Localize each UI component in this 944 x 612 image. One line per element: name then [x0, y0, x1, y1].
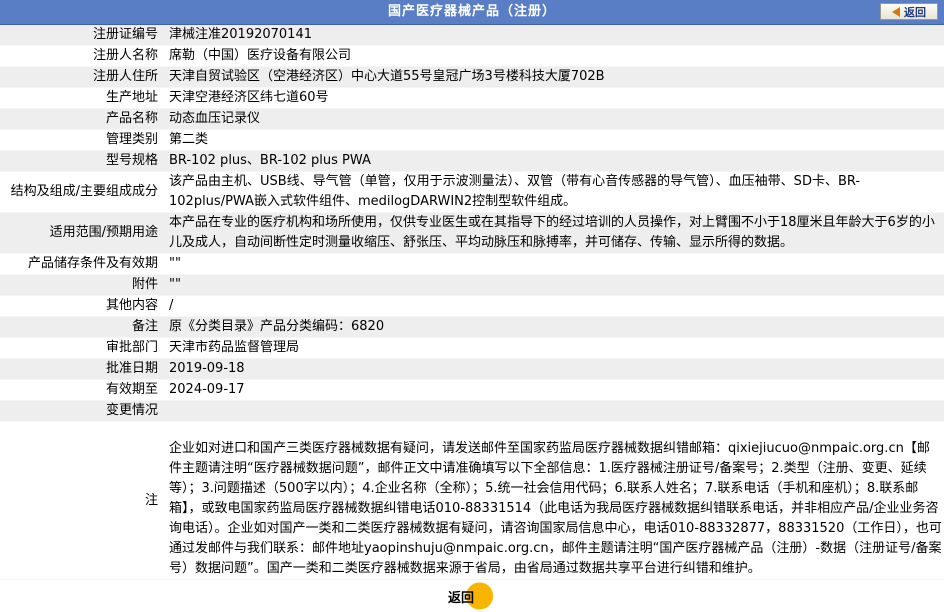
detail-row: 注册人名称 席勒（中国）医疗设备有限公司: [0, 45, 944, 67]
field-value: "": [165, 253, 944, 275]
field-label: 注: [0, 421, 165, 580]
field-label: 结构及组成/主要组成成分: [0, 171, 165, 213]
back-button-top[interactable]: 返回: [880, 3, 938, 20]
detail-row: 管理类别 第二类: [0, 129, 944, 151]
field-label: 型号规格: [0, 150, 165, 172]
detail-row: 产品名称 动态血压记录仪: [0, 108, 944, 130]
field-value: 动态血压记录仪: [165, 108, 944, 130]
detail-row: 注册人住所 天津自贸试验区（空港经济区）中心大道55号皇冠广场3号楼科技大厦702…: [0, 66, 944, 88]
field-value: 天津市药品监督管理局: [165, 337, 944, 359]
detail-row: 结构及组成/主要组成成分 该产品由主机、USB线、导气管（单管，仅用于示波测量法）…: [0, 171, 944, 213]
field-label: 注册证编号: [0, 25, 165, 46]
detail-row: 注册证编号 津械注准20192070141: [0, 25, 944, 46]
field-label: 其他内容: [0, 295, 165, 317]
detail-row: 批准日期 2019-09-18: [0, 358, 944, 380]
detail-row: 附件 "": [0, 274, 944, 296]
field-label: 有效期至: [0, 379, 165, 401]
field-label: 产品储存条件及有效期: [0, 253, 165, 275]
detail-row: 审批部门 天津市药品监督管理局: [0, 337, 944, 359]
field-value: 2024-09-17: [165, 379, 944, 401]
field-label: 管理类别: [0, 129, 165, 151]
detail-row: 备注 原《分类目录》产品分类编码：6820: [0, 316, 944, 338]
field-value: 第二类: [165, 129, 944, 151]
field-label: 适用范围/预期用途: [0, 212, 165, 254]
back-button-label: 返回: [904, 5, 926, 19]
back-arrow-icon: [892, 6, 900, 17]
footer: 返回: [0, 580, 944, 612]
field-value: 企业如对进口和国产三类医疗器械数据有疑问，请发送邮件至国家药监局医疗器械数据纠错…: [165, 421, 944, 580]
detail-row: 生产地址 天津空港经济区纬七道60号: [0, 87, 944, 109]
page-title: 国产医疗器械产品（注册）: [387, 4, 556, 19]
field-value: 天津自贸试验区（空港经济区）中心大道55号皇冠广场3号楼科技大厦702B: [165, 66, 944, 88]
field-label: 注册人名称: [0, 45, 165, 67]
detail-row: 产品储存条件及有效期 "": [0, 253, 944, 275]
field-label: 生产地址: [0, 87, 165, 109]
detail-row: 型号规格 BR-102 plus、BR-102 plus PWA: [0, 150, 944, 172]
field-label: 产品名称: [0, 108, 165, 130]
detail-row: 变更情况: [0, 400, 944, 422]
detail-table: 注册证编号 津械注准20192070141 注册人名称 席勒（中国）医疗设备有限公司注…: [0, 25, 944, 580]
field-label: 注册人住所: [0, 66, 165, 88]
field-value: 天津空港经济区纬七道60号: [165, 87, 944, 109]
detail-row: 注企业如对进口和国产三类医疗器械数据有疑问，请发送邮件至国家药监局医疗器械数据纠…: [0, 421, 944, 580]
field-label: 备注: [0, 316, 165, 338]
field-value: [165, 400, 944, 422]
back-button-bottom[interactable]: 返回: [446, 582, 494, 610]
detail-row: 其他内容 /: [0, 295, 944, 317]
field-label: 审批部门: [0, 337, 165, 359]
field-value: 本产品在专业的医疗机构和场所使用，仅供专业医生或在其指导下的经过培训的人员操作，…: [165, 212, 944, 254]
field-value: 该产品由主机、USB线、导气管（单管，仅用于示波测量法）、双管（带有心音传感器的…: [165, 171, 944, 213]
field-label: 附件: [0, 274, 165, 296]
back-button-bottom-label: 返回: [448, 590, 475, 606]
field-label: 批准日期: [0, 358, 165, 380]
field-value: 席勒（中国）医疗设备有限公司: [165, 45, 944, 67]
detail-row: 有效期至 2024-09-17: [0, 379, 944, 401]
field-value: BR-102 plus、BR-102 plus PWA: [165, 150, 944, 172]
field-label: 变更情况: [0, 400, 165, 422]
field-value: 津械注准20192070141: [165, 25, 944, 46]
field-value: /: [165, 295, 944, 317]
field-value: 2019-09-18: [165, 358, 944, 380]
page-header: 国产医疗器械产品（注册） 返回: [0, 0, 944, 25]
field-value: 原《分类目录》产品分类编码：6820: [165, 316, 944, 338]
field-value: "": [165, 274, 944, 296]
detail-row: 适用范围/预期用途 本产品在专业的医疗机构和场所使用，仅供专业医生或在其指导下的经…: [0, 212, 944, 254]
